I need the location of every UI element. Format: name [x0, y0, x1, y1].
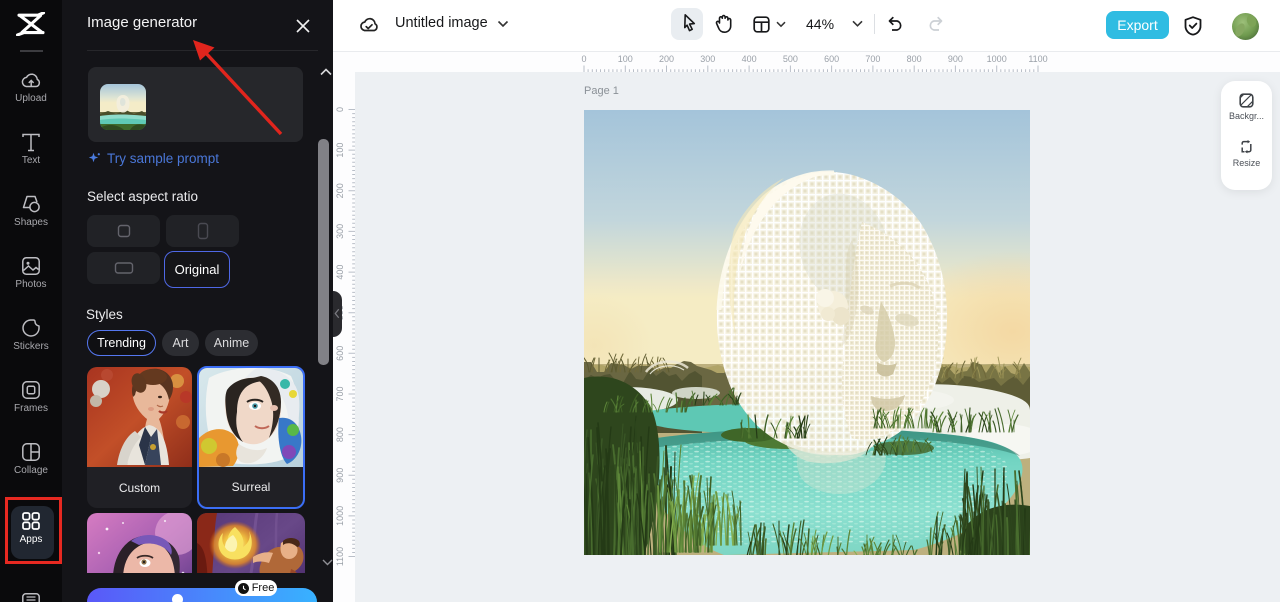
svg-text:900: 900 [948, 54, 963, 64]
svg-text:400: 400 [742, 54, 757, 64]
svg-text:600: 600 [335, 346, 345, 361]
svg-text:600: 600 [824, 54, 839, 64]
svg-text:500: 500 [783, 54, 798, 64]
svg-text:1100: 1100 [1028, 54, 1047, 64]
svg-text:0: 0 [581, 54, 586, 64]
svg-text:200: 200 [659, 54, 674, 64]
svg-text:200: 200 [335, 183, 345, 198]
svg-text:100: 100 [618, 54, 633, 64]
svg-text:1000: 1000 [987, 54, 1007, 64]
svg-text:800: 800 [335, 427, 345, 442]
svg-text:800: 800 [907, 54, 922, 64]
svg-text:100: 100 [335, 143, 345, 158]
svg-text:700: 700 [865, 54, 880, 64]
svg-text:1100: 1100 [335, 547, 345, 566]
svg-text:300: 300 [335, 224, 345, 239]
svg-text:1000: 1000 [335, 506, 345, 526]
svg-text:400: 400 [335, 265, 345, 280]
svg-text:900: 900 [335, 468, 345, 483]
svg-text:700: 700 [335, 386, 345, 401]
svg-text:300: 300 [700, 54, 715, 64]
svg-text:0: 0 [335, 107, 345, 112]
